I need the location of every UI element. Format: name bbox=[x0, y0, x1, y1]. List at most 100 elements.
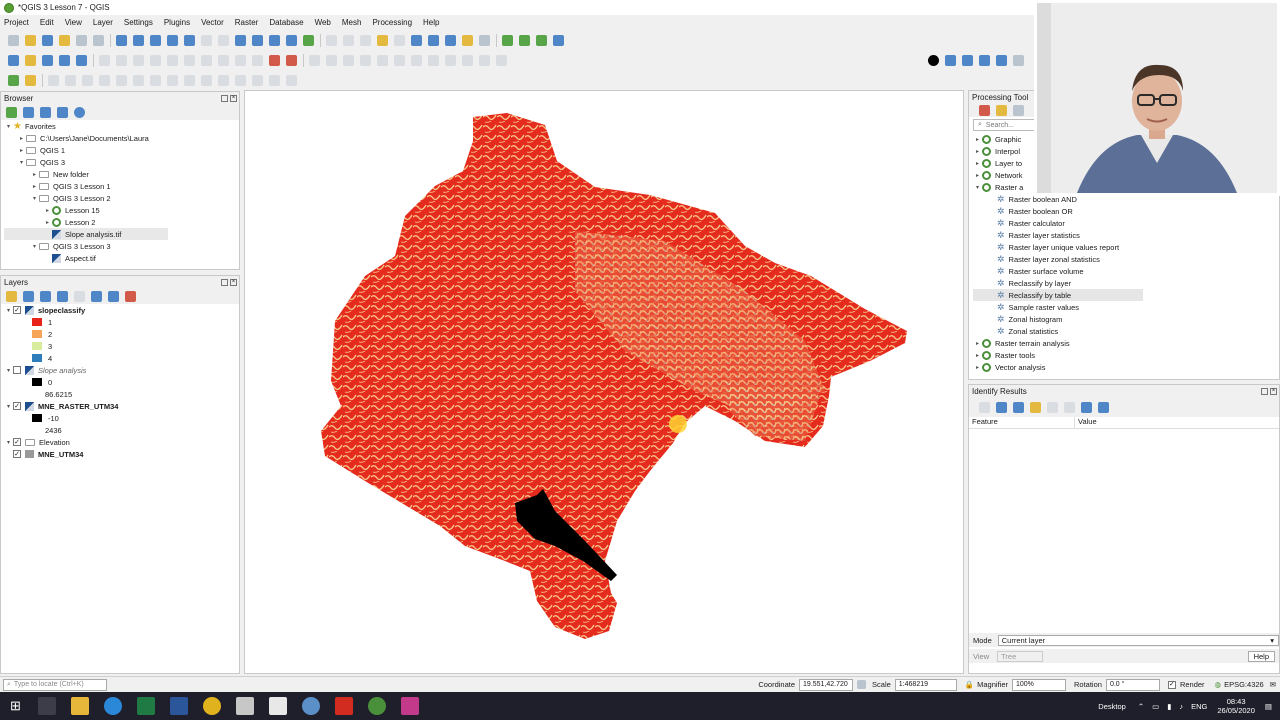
chevron-down-icon[interactable]: ▾ bbox=[30, 243, 39, 250]
menu-layer[interactable]: Layer bbox=[93, 18, 113, 27]
style-icon[interactable] bbox=[6, 290, 17, 302]
filter-icon[interactable] bbox=[40, 106, 51, 118]
layout-manager-icon[interactable] bbox=[93, 34, 104, 46]
clear-results-icon[interactable] bbox=[1030, 401, 1041, 413]
menu-mesh[interactable]: Mesh bbox=[342, 18, 362, 27]
browser-item[interactable]: ▸ New folder bbox=[4, 168, 239, 180]
digitize-10-icon[interactable] bbox=[462, 54, 473, 66]
layer-item[interactable]: ✓ MNE_UTM34 bbox=[4, 448, 239, 460]
zoom-out-icon[interactable] bbox=[167, 34, 178, 46]
zoom-in-icon[interactable] bbox=[150, 34, 161, 46]
print-results-icon[interactable] bbox=[1064, 401, 1075, 413]
redo-icon[interactable] bbox=[252, 54, 263, 66]
map-canvas[interactable] bbox=[244, 90, 964, 674]
copy-icon[interactable] bbox=[201, 54, 212, 66]
float-icon[interactable] bbox=[221, 278, 228, 286]
chevron-down-icon[interactable]: ▾ bbox=[17, 159, 26, 166]
crs-label[interactable]: EPSG:4326 bbox=[1224, 680, 1264, 689]
value-column-header[interactable]: Value bbox=[1075, 417, 1097, 428]
layer-visibility-checkbox[interactable]: ✓ bbox=[13, 402, 21, 410]
layer-visibility-checkbox[interactable] bbox=[13, 366, 21, 374]
pan-to-selection-icon[interactable] bbox=[133, 34, 144, 46]
calculator-icon[interactable] bbox=[269, 697, 288, 715]
processing-algorithm[interactable]: ✲ Raster layer zonal statistics bbox=[973, 253, 1279, 265]
expand-all-icon[interactable] bbox=[91, 290, 102, 302]
zoom-selection-icon[interactable] bbox=[201, 34, 212, 46]
identify-settings-icon[interactable] bbox=[1081, 401, 1092, 413]
menu-plugins[interactable]: Plugins bbox=[164, 18, 190, 27]
help-button[interactable]: Help bbox=[1247, 650, 1275, 662]
feature-column-header[interactable]: Feature bbox=[969, 417, 1075, 428]
word-icon[interactable] bbox=[170, 697, 189, 715]
tray-chevron-icon[interactable]: ⌃ bbox=[1138, 702, 1144, 711]
menu-database[interactable]: Database bbox=[269, 18, 303, 27]
zoom-native-icon[interactable] bbox=[235, 34, 246, 46]
delete-icon[interactable] bbox=[167, 54, 178, 66]
save-as-icon[interactable] bbox=[59, 34, 70, 46]
map-canvas-icon[interactable] bbox=[553, 34, 564, 46]
open-project-icon[interactable] bbox=[25, 34, 36, 46]
windows-start-icon[interactable]: ⊞ bbox=[10, 698, 21, 714]
zoom-last-icon[interactable] bbox=[252, 34, 263, 46]
digitize-8-icon[interactable] bbox=[428, 54, 439, 66]
plugin-a-icon[interactable] bbox=[8, 74, 19, 86]
collapse-icon[interactable] bbox=[108, 290, 119, 302]
models-icon[interactable] bbox=[979, 104, 990, 116]
processing-algorithm[interactable]: ✲ Raster layer unique values report bbox=[973, 241, 1279, 253]
layer-filter-icon[interactable] bbox=[57, 290, 68, 302]
new-project-icon[interactable] bbox=[8, 34, 19, 46]
menu-raster[interactable]: Raster bbox=[235, 18, 259, 27]
edit-pencil-icon[interactable] bbox=[99, 54, 110, 66]
digitize-icon[interactable] bbox=[309, 54, 320, 66]
float-icon[interactable] bbox=[1261, 387, 1268, 395]
menu-help[interactable]: Help bbox=[423, 18, 439, 27]
qgis-taskbar-icon[interactable] bbox=[368, 697, 387, 715]
record-icon[interactable] bbox=[928, 54, 939, 66]
chevron-down-icon[interactable]: ▾ bbox=[973, 184, 982, 191]
layer-visibility-checkbox[interactable]: ✓ bbox=[13, 450, 21, 458]
identify-icon[interactable] bbox=[326, 34, 337, 46]
locate-search-input[interactable]: ⌕ Type to locate (Ctrl+K) bbox=[3, 678, 107, 691]
menu-vector[interactable]: Vector bbox=[201, 18, 224, 27]
processing-algorithm[interactable]: ✲ Reclassify by layer bbox=[973, 277, 1279, 289]
adv-digitize-1-icon[interactable] bbox=[48, 74, 59, 86]
digitize-11-icon[interactable] bbox=[479, 54, 490, 66]
coordinate-field[interactable]: 19.551,42.720 bbox=[799, 678, 854, 691]
annotation-icon[interactable] bbox=[462, 34, 473, 46]
collapse-all-icon[interactable] bbox=[57, 106, 68, 118]
toolbox-icon[interactable] bbox=[411, 34, 422, 46]
label-pin-icon[interactable] bbox=[286, 54, 297, 66]
browser-item[interactable]: ▾ QGIS 3 Lesson 3 bbox=[4, 240, 239, 252]
chevron-down-icon[interactable]: ▾ bbox=[4, 123, 13, 130]
visibility-icon[interactable] bbox=[40, 290, 51, 302]
browser-item[interactable]: ▾ QGIS 3 bbox=[4, 156, 239, 168]
crs-icon[interactable]: ◍ bbox=[1215, 680, 1222, 689]
history-icon[interactable] bbox=[1013, 104, 1024, 116]
digitize-9-icon[interactable] bbox=[445, 54, 456, 66]
cut-icon[interactable] bbox=[184, 54, 195, 66]
new-map-view-icon[interactable] bbox=[286, 34, 297, 46]
network-icon[interactable]: ▭ bbox=[1152, 702, 1159, 711]
plugins-icon[interactable] bbox=[519, 34, 530, 46]
notifications-icon[interactable]: ▤ bbox=[1265, 702, 1272, 711]
browser-item[interactable]: ▸ C:\Users\Jane\Documents\Laura bbox=[4, 132, 239, 144]
r-app-icon[interactable] bbox=[302, 697, 321, 715]
add-feature-icon[interactable] bbox=[133, 54, 144, 66]
rotation-field[interactable]: 0.0 ° bbox=[1105, 678, 1160, 691]
collapse-tree-icon[interactable] bbox=[1013, 401, 1024, 413]
add-selected-icon[interactable] bbox=[6, 106, 17, 118]
chevron-right-icon[interactable]: ▸ bbox=[30, 183, 39, 190]
trace-icon[interactable] bbox=[945, 54, 956, 66]
processing-algorithm[interactable]: ✲ Zonal histogram bbox=[973, 313, 1279, 325]
data-source-manager-icon[interactable] bbox=[8, 54, 19, 66]
layer-visibility-checkbox[interactable]: ✓ bbox=[13, 438, 21, 446]
statistics-icon[interactable] bbox=[428, 34, 439, 46]
magnifier-field[interactable]: 100% bbox=[1012, 678, 1066, 691]
chevron-right-icon[interactable]: ▸ bbox=[43, 219, 52, 226]
layer-item[interactable]: ▾ ✓ MNE_RASTER_UTM34 bbox=[4, 400, 239, 412]
browser-item[interactable]: ▸ Lesson 2 bbox=[4, 216, 239, 228]
browser-item[interactable]: ▸ Lesson 15 bbox=[4, 204, 239, 216]
chrome-icon[interactable] bbox=[203, 697, 222, 715]
mode-select[interactable]: Current layer ▾ bbox=[997, 634, 1279, 646]
adv-digitize-6-icon[interactable] bbox=[133, 74, 144, 86]
